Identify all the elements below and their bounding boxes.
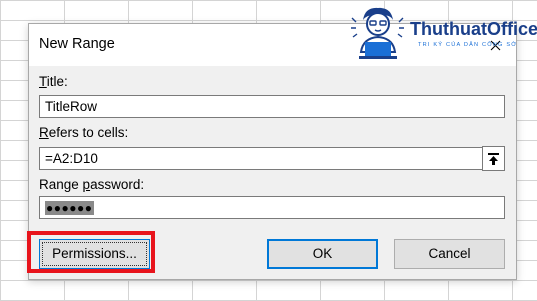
password-label: Range password:: [39, 177, 145, 192]
ok-button-label: OK: [312, 246, 333, 261]
cancel-button-label: Cancel: [428, 246, 471, 261]
password-mask: ●●●●●●: [45, 201, 94, 215]
ok-button[interactable]: OK: [267, 239, 378, 269]
range-selector-icon: [488, 152, 499, 165]
title-input[interactable]: TitleRow: [39, 95, 505, 118]
collapse-dialog-button[interactable]: [482, 146, 505, 171]
title-label: Title:: [39, 74, 68, 89]
brand-tagline: TRI KỶ CỦA DÂN CÔNG SỞ: [418, 42, 518, 48]
refers-to-label-rest: efers to cells:: [48, 125, 129, 140]
password-label-rest: assword:: [90, 177, 145, 192]
title-label-rest: itle:: [46, 74, 68, 89]
password-label-prefix: Range: [39, 177, 83, 192]
refers-to-label: Refers to cells:: [39, 125, 129, 140]
person-laptop-icon: [351, 7, 404, 59]
dialog-title: New Range: [39, 36, 115, 52]
password-input[interactable]: ●●●●●●: [39, 196, 505, 219]
watermark-logo: ThuthuatOffice TRI KỶ CỦA DÂN CÔNG SỞ: [343, 2, 537, 66]
cancel-button[interactable]: Cancel: [394, 239, 505, 269]
focus-ring: [42, 242, 147, 266]
brand-name: ThuthuatOffice: [410, 19, 537, 39]
refers-to-input[interactable]: =A2:D10: [39, 147, 483, 170]
permissions-button[interactable]: Permissions...: [39, 239, 150, 269]
